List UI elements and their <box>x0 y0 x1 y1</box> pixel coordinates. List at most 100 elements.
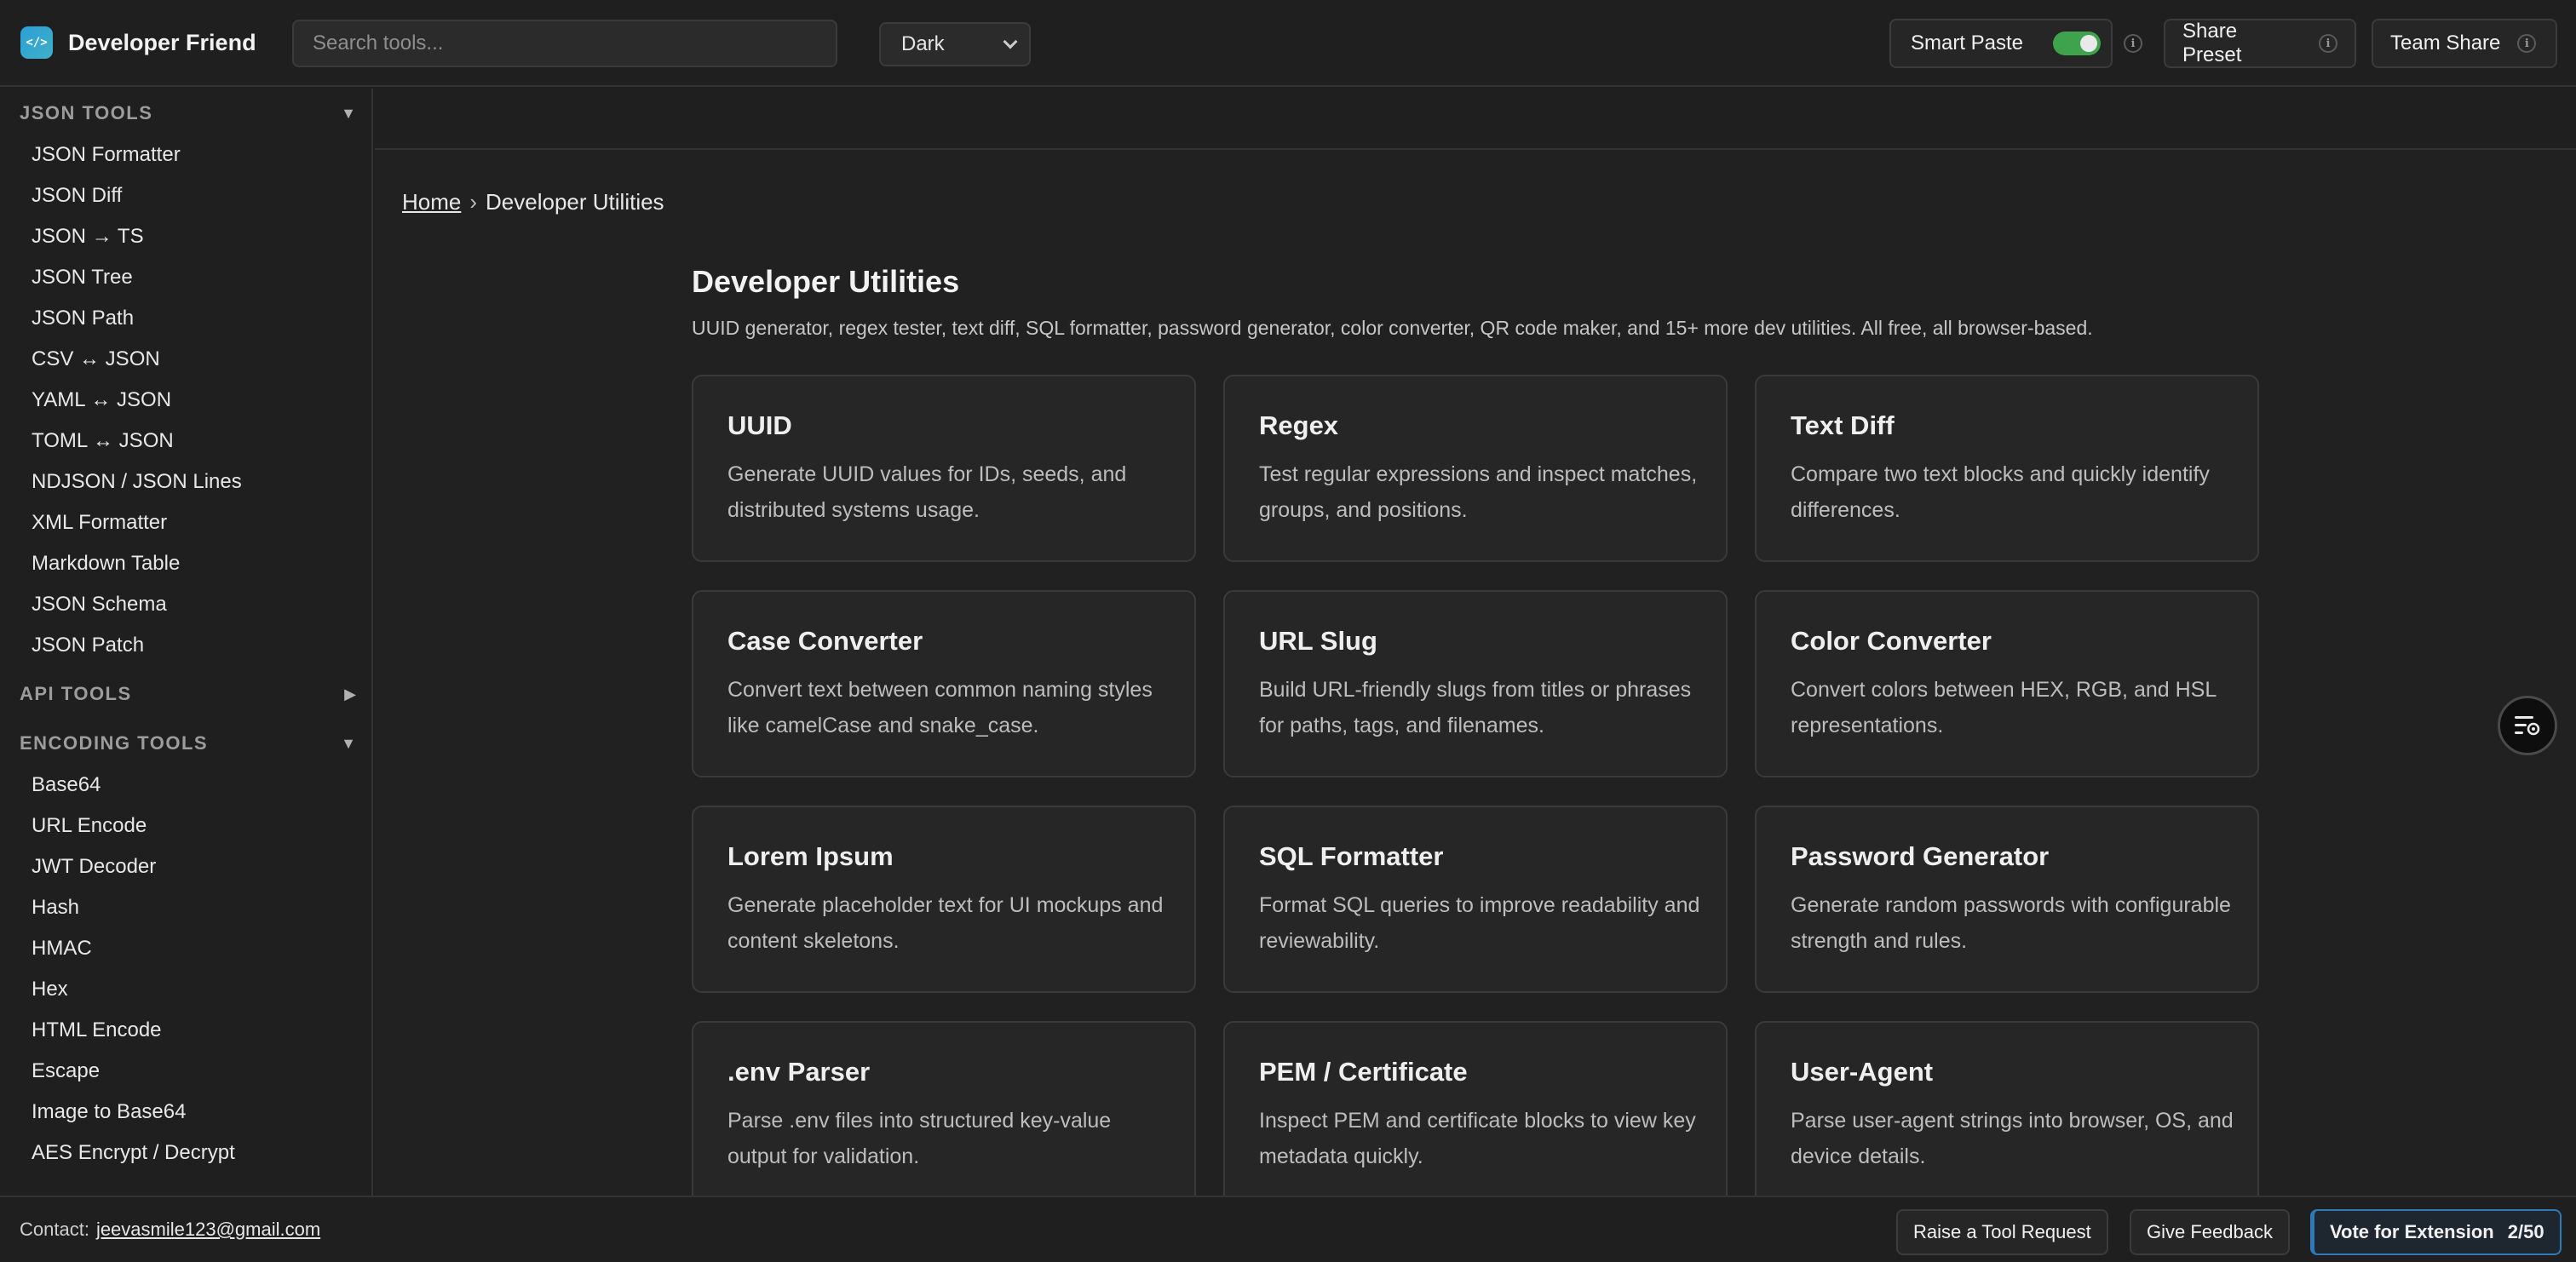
sidebar-item-image-to-base64[interactable]: Image to Base64 <box>32 1100 186 1124</box>
tool-card-title: URL Slug <box>1259 626 1377 656</box>
list-settings-icon <box>2515 716 2540 736</box>
sidebar-section-title: API TOOLS <box>20 683 132 704</box>
tool-card-case-converter[interactable]: Case Converter Convert text between comm… <box>692 590 1196 777</box>
collapse-arrow-icon: ▼ <box>341 734 356 752</box>
sidebar-item-hex[interactable]: Hex <box>32 978 68 1001</box>
tool-card-title: Password Generator <box>1791 841 2050 871</box>
tool-card-url-slug[interactable]: URL Slug Build URL-friendly slugs from t… <box>1223 590 1728 777</box>
sidebar-item-hash[interactable]: Hash <box>32 896 79 920</box>
tool-card-title: .env Parser <box>727 1057 871 1087</box>
search-input[interactable] <box>292 20 837 67</box>
sidebar-item-aes[interactable]: AES Encrypt / Decrypt <box>32 1141 235 1165</box>
tool-card-desc: Generate UUID values for IDs, seeds, and… <box>727 462 1127 522</box>
sidebar-section-api-tools[interactable]: API TOOLS ▶ <box>20 683 356 705</box>
smart-paste-toggle[interactable] <box>2053 32 2101 55</box>
vote-extension-button[interactable]: Vote for Extension 2/50 <box>2310 1209 2562 1255</box>
tool-card-desc: Convert text between common naming style… <box>727 678 1153 737</box>
give-feedback-button[interactable]: Give Feedback <box>2130 1209 2290 1255</box>
team-share-button[interactable]: Team Share i <box>2372 19 2557 68</box>
sidebar-item-url-encode[interactable]: URL Encode <box>32 814 147 838</box>
tool-card-user-agent[interactable]: User-Agent Parse user-agent strings into… <box>1755 1021 2259 1196</box>
chevron-down-icon <box>1003 34 1018 49</box>
sidebar-item-json-diff[interactable]: JSON Diff <box>32 184 122 208</box>
sidebar-item-yaml-json[interactable]: YAML ↔ JSON <box>32 388 171 412</box>
smart-paste-button[interactable]: Smart Paste <box>1889 19 2044 68</box>
sidebar-section-encoding-tools[interactable]: ENCODING TOOLS ▼ <box>20 732 356 754</box>
smart-paste-info-icon[interactable]: i <box>2124 34 2142 53</box>
tool-card-title: Text Diff <box>1791 410 1895 440</box>
sidebar-item-base64[interactable]: Base64 <box>32 773 101 797</box>
tool-card-color-converter[interactable]: Color Converter Convert colors between H… <box>1755 590 2259 777</box>
sidebar-item-json-to-ts[interactable]: JSON → TS <box>32 225 144 249</box>
toolbar-strip <box>375 89 2576 150</box>
sidebar-item-html-encode[interactable]: HTML Encode <box>32 1018 162 1042</box>
breadcrumb-home-link[interactable]: Home <box>402 189 461 215</box>
sidebar-item-xml-formatter[interactable]: XML Formatter <box>32 511 167 535</box>
raise-tool-request-label: Raise a Tool Request <box>1913 1221 2091 1242</box>
tool-card-text-diff[interactable]: Text Diff Compare two text blocks and qu… <box>1755 375 2259 562</box>
tool-card-password-generator[interactable]: Password Generator Generate random passw… <box>1755 806 2259 993</box>
sidebar-section-title: ENCODING TOOLS <box>20 732 209 754</box>
tool-card-lorem-ipsum[interactable]: Lorem Ipsum Generate placeholder text fo… <box>692 806 1196 993</box>
tool-card-sql-formatter[interactable]: SQL Formatter Format SQL queries to impr… <box>1223 806 1728 993</box>
brand[interactable]: </> Developer Friend <box>20 26 256 59</box>
theme-select[interactable]: Dark <box>879 22 1031 66</box>
contact-email-link[interactable]: jeevasmile123@gmail.com <box>96 1219 320 1240</box>
raise-tool-request-button[interactable]: Raise a Tool Request <box>1896 1209 2108 1255</box>
page-subtitle: UUID generator, regex tester, text diff,… <box>692 317 2093 339</box>
tool-card-desc: Generate placeholder text for UI mockups… <box>727 893 1164 953</box>
floating-menu-button[interactable] <box>2498 696 2557 755</box>
sidebar-item-ndjson[interactable]: NDJSON / JSON Lines <box>32 470 242 494</box>
give-feedback-label: Give Feedback <box>2147 1221 2273 1242</box>
collapse-arrow-icon: ▼ <box>341 104 356 122</box>
share-preset-button[interactable]: Share Preset i <box>2164 19 2356 68</box>
share-preset-info-icon[interactable]: i <box>2319 34 2337 53</box>
tool-card-desc: Parse .env files into structured key-val… <box>727 1109 1112 1168</box>
tool-card-title: SQL Formatter <box>1259 841 1444 871</box>
vote-extension-label: Vote for Extension <box>2330 1221 2494 1242</box>
tool-card-title: Case Converter <box>727 626 923 656</box>
page-title: Developer Utilities <box>692 264 960 299</box>
breadcrumb-separator: › <box>469 189 478 215</box>
tool-card-title: User-Agent <box>1791 1057 1934 1087</box>
tool-card-uuid[interactable]: UUID Generate UUID values for IDs, seeds… <box>692 375 1196 562</box>
tool-card-desc: Build URL-friendly slugs from titles or … <box>1259 678 1692 737</box>
smart-paste-toggle-wrap <box>2043 19 2113 68</box>
tool-card-title: Color Converter <box>1791 626 1992 656</box>
tool-card-title: Lorem Ipsum <box>727 841 894 871</box>
sidebar-item-json-path[interactable]: JSON Path <box>32 307 134 330</box>
top-bar: </> Developer Friend Dark Smart Paste i … <box>0 0 2576 87</box>
tool-card-desc: Convert colors between HEX, RGB, and HSL… <box>1791 678 2217 737</box>
tool-card-env-parser[interactable]: .env Parser Parse .env files into struct… <box>692 1021 1196 1196</box>
footer: Contact: jeevasmile123@gmail.com Raise a … <box>0 1196 2576 1262</box>
tool-card-pem-certificate[interactable]: PEM / Certificate Inspect PEM and certif… <box>1223 1021 1728 1196</box>
sidebar-item-toml-json[interactable]: TOML ↔ JSON <box>32 429 174 453</box>
share-preset-label: Share Preset <box>2182 20 2242 66</box>
breadcrumb-current: Developer Utilities <box>486 189 664 215</box>
smart-paste-label: Smart Paste <box>1910 32 2024 54</box>
expand-arrow-icon: ▶ <box>344 685 356 703</box>
sidebar-section-json-tools[interactable]: JSON TOOLS ▼ <box>20 102 356 124</box>
tool-card-title: Regex <box>1259 410 1339 440</box>
tool-card-title: PEM / Certificate <box>1259 1057 1468 1087</box>
sidebar-item-markdown-table[interactable]: Markdown Table <box>32 552 180 576</box>
sidebar-item-hmac[interactable]: HMAC <box>32 937 92 961</box>
tool-card-desc: Test regular expressions and inspect mat… <box>1259 462 1698 522</box>
tool-card-desc: Format SQL queries to improve readabilit… <box>1259 893 1700 953</box>
sidebar-item-json-schema[interactable]: JSON Schema <box>32 593 167 617</box>
tool-card-title: UUID <box>727 410 792 440</box>
sidebar-item-json-formatter[interactable]: JSON Formatter <box>32 143 181 167</box>
tool-card-desc: Generate random passwords with configura… <box>1791 893 2231 953</box>
footer-contact: Contact: jeevasmile123@gmail.com <box>20 1219 320 1241</box>
sidebar-item-csv-json[interactable]: CSV ↔ JSON <box>32 347 160 371</box>
tool-card-regex[interactable]: Regex Test regular expressions and inspe… <box>1223 375 1728 562</box>
sidebar-item-json-patch[interactable]: JSON Patch <box>32 634 144 657</box>
sidebar-item-jwt-decoder[interactable]: JWT Decoder <box>32 855 156 879</box>
team-share-info-icon[interactable]: i <box>2517 34 2537 53</box>
main-content: Home › Developer Utilities Developer Utili… <box>375 150 2576 1196</box>
app-logo-icon: </> <box>20 26 53 59</box>
theme-select-value: Dark <box>901 32 945 55</box>
sidebar-item-escape[interactable]: Escape <box>32 1059 100 1083</box>
tool-card-desc: Inspect PEM and certificate blocks to vi… <box>1259 1109 1696 1168</box>
sidebar-item-json-tree[interactable]: JSON Tree <box>32 266 133 290</box>
